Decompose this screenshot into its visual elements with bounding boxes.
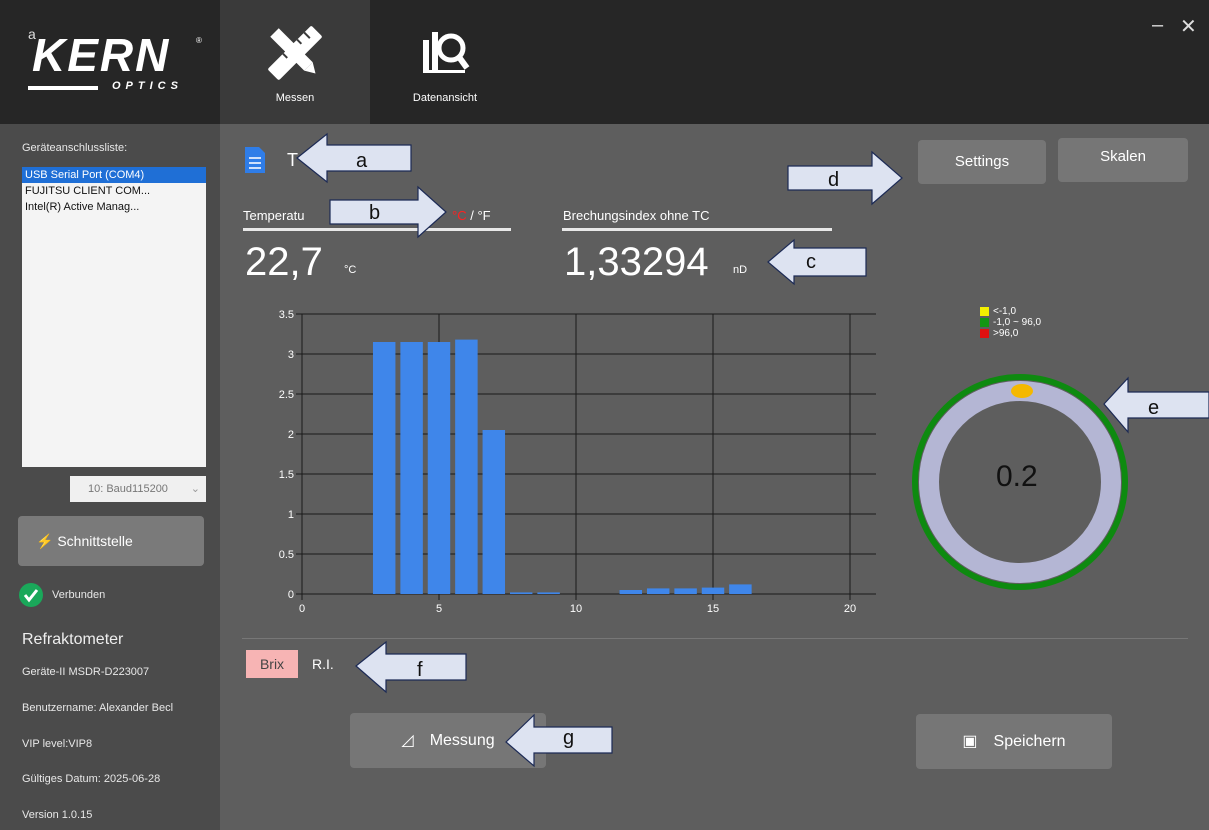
x-tick-label: 5 xyxy=(436,603,442,615)
chart-bar xyxy=(509,592,533,594)
y-tick-label: 1 xyxy=(288,509,294,521)
document-icon[interactable] xyxy=(244,146,266,174)
legend-label: >96,0 xyxy=(993,328,1019,339)
tab-datenansicht[interactable]: Datenansicht xyxy=(370,0,520,124)
version: Version 1.0.15 xyxy=(22,809,93,821)
chart-bar xyxy=(482,430,506,594)
vip-level: VIP level:VIP8 xyxy=(22,738,93,750)
minimize-button[interactable]: – xyxy=(1152,14,1163,37)
chart-bar xyxy=(701,587,725,594)
device-item[interactable]: Intel(R) Active Manag... xyxy=(22,199,206,215)
y-tick-label: 0.5 xyxy=(279,549,294,561)
username: Benutzername: Alexander Becl xyxy=(22,702,174,714)
measure-button-label: Messung xyxy=(429,732,495,749)
device-list[interactable]: USB Serial Port (COM4) FUJITSU CLIENT CO… xyxy=(22,167,206,467)
settings-button[interactable]: Settings xyxy=(918,140,1046,184)
brand-logo: KERN xyxy=(32,29,171,81)
legend-item: >96,0 xyxy=(980,328,1041,339)
y-tick-label: 3.5 xyxy=(279,309,294,321)
mode-ri-button[interactable]: R.I. xyxy=(312,656,334,672)
triangle-ruler-icon: ◿ xyxy=(401,732,414,749)
legend-label: <-1,0 xyxy=(993,306,1017,317)
temperature-unit-toggle[interactable]: °C / °F xyxy=(452,208,491,223)
device-id: Geräte-II MSDR-D223007 xyxy=(22,666,150,678)
device-type: Refraktometer xyxy=(22,631,124,648)
chart-bar xyxy=(619,590,643,594)
measure-button[interactable]: ◿ Messung xyxy=(350,713,546,768)
y-tick-label: 0 xyxy=(288,589,294,601)
y-tick-label: 2 xyxy=(288,429,294,441)
chart-bar xyxy=(372,342,396,594)
divider xyxy=(242,638,1188,639)
refraction-value: 1,33294 xyxy=(564,240,709,284)
y-tick-label: 1.5 xyxy=(279,469,294,481)
unit-fahrenheit[interactable]: °F xyxy=(477,208,490,223)
x-tick-label: 10 xyxy=(570,603,582,615)
temperature-label: Temperatu xyxy=(243,208,305,223)
close-button[interactable]: ✕ xyxy=(1180,14,1197,39)
save-button[interactable]: ▣ Speichern xyxy=(916,714,1112,769)
document-title: T xyxy=(287,150,298,170)
measurement-chart: 0 0.5 1 1.5 2 2.5 3 3.5 0 5 10 15 20 xyxy=(279,309,876,615)
refraction-unit: nD xyxy=(733,264,748,276)
lightning-icon: ⚡ xyxy=(36,533,54,549)
x-tick-label: 15 xyxy=(707,603,719,615)
interface-button[interactable]: ⚡ Schnittstelle xyxy=(18,516,204,566)
temperature-unit: °C xyxy=(344,264,357,276)
logo-area: a KERN ® OPTICS xyxy=(0,0,220,124)
unit-separator: / xyxy=(466,208,478,223)
x-tick-label: 20 xyxy=(844,603,856,615)
gauge-legend: <-1,0 -1,0 ~ 96,0 >96,0 xyxy=(980,306,1041,339)
device-item[interactable]: USB Serial Port (COM4) xyxy=(22,167,206,183)
gauge-indicator xyxy=(1011,384,1033,398)
tab-datenansicht-label: Datenansicht xyxy=(412,92,478,104)
baud-select[interactable]: 10: Baud115200 ⌄ xyxy=(70,476,206,502)
tab-messen[interactable]: Messen xyxy=(220,0,370,124)
check-circle-icon xyxy=(19,583,43,607)
registered-mark: ® xyxy=(196,36,202,45)
mode-brix-button[interactable]: Brix xyxy=(246,650,298,678)
legend-item: <-1,0 xyxy=(980,306,1041,317)
save-icon: ▣ xyxy=(962,733,978,750)
logo-bar xyxy=(28,86,98,90)
device-item[interactable]: FUJITSU CLIENT COM... xyxy=(22,183,206,199)
legend-swatch-green xyxy=(980,318,989,327)
legend-item: -1,0 ~ 96,0 xyxy=(980,317,1041,328)
refraction-label: Brechungsindex ohne TC xyxy=(563,208,710,223)
unit-celsius[interactable]: °C xyxy=(452,208,467,223)
interface-button-label: Schnittstelle xyxy=(57,533,133,549)
baud-value: 10: Baud115200 xyxy=(88,483,168,495)
ruler-pencil-icon xyxy=(268,26,322,80)
brand-sub: OPTICS xyxy=(112,80,183,92)
valid-date: Gültiges Datum: 2025-06-28 xyxy=(22,773,161,785)
chevron-down-icon: ⌄ xyxy=(190,483,200,495)
y-tick-label: 2.5 xyxy=(279,389,294,401)
chart-bar xyxy=(674,588,697,594)
save-button-label: Speichern xyxy=(993,733,1066,750)
y-tick-label: 3 xyxy=(288,349,294,361)
temperature-underline xyxy=(243,228,511,231)
gauge-value: 0.2 xyxy=(996,460,1038,493)
legend-swatch-red xyxy=(980,329,989,338)
refraction-underline xyxy=(562,228,832,231)
connection-status: Verbunden xyxy=(52,589,106,601)
temperature-value: 22,7 xyxy=(245,240,323,284)
chart-bar xyxy=(537,592,560,594)
chart-bar xyxy=(729,584,752,594)
chart-bar xyxy=(646,588,670,594)
chart-bar xyxy=(427,342,451,594)
legend-label: -1,0 ~ 96,0 xyxy=(993,317,1042,328)
legend-swatch-yellow xyxy=(980,307,989,316)
chart-magnifier-icon xyxy=(423,32,470,73)
chart-bar xyxy=(455,339,478,594)
chart-bar xyxy=(400,342,423,594)
scales-button[interactable]: Skalen xyxy=(1058,138,1188,182)
x-tick-label: 0 xyxy=(299,603,305,615)
device-list-title: Geräteanschlussliste: xyxy=(22,142,128,154)
tab-messen-label: Messen xyxy=(275,92,315,104)
